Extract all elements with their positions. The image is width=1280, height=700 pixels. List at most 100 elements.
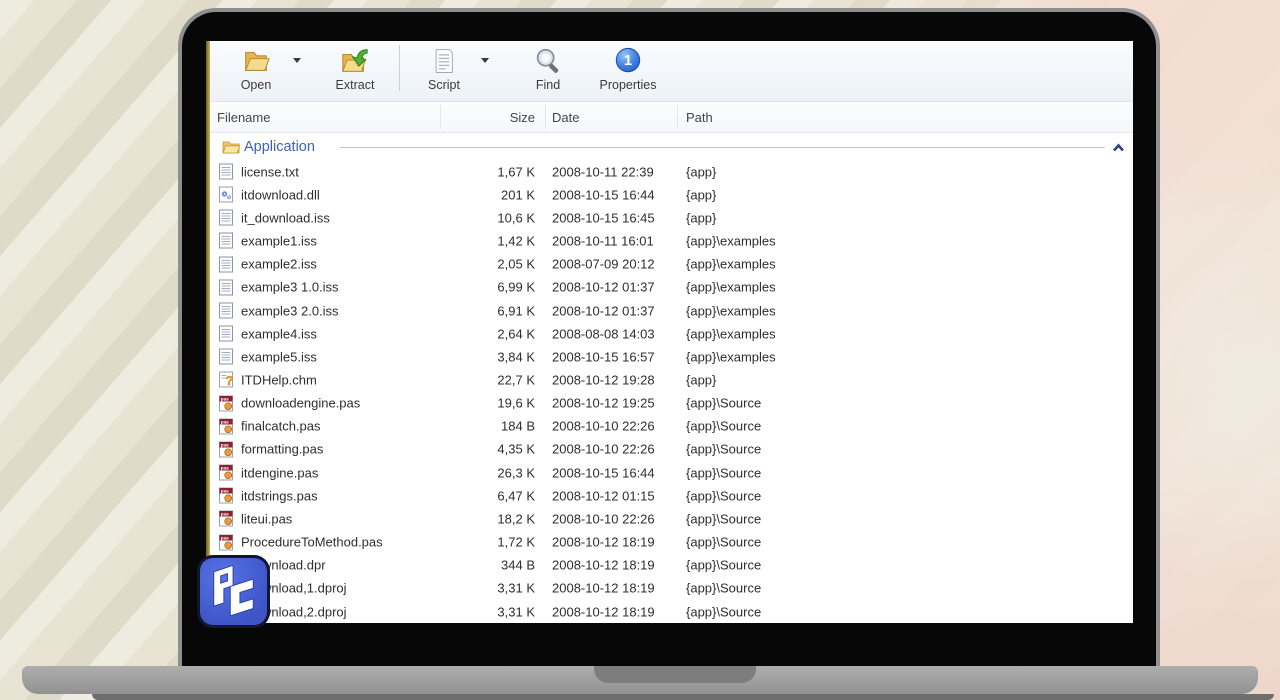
cell-size: 22,7 K (497, 372, 535, 388)
cell-size: 1,72 K (497, 534, 535, 550)
table-row[interactable]: pas finalcatch.pas 184 B 2008-10-10 22:26 {a… (210, 415, 1133, 438)
table-row[interactable]: example1.iss 1,42 K 2008-10-11 16:01 {app}\… (210, 229, 1133, 252)
toolbar-button-properties[interactable]: 1 Properties (586, 41, 670, 92)
doc-file-icon (218, 209, 235, 226)
pas-file-icon: pas (218, 510, 235, 527)
pc-logo-badge (197, 555, 270, 628)
cell-filename: example3 2.0.iss (241, 303, 339, 319)
column-header-size[interactable]: Size (360, 102, 535, 132)
column-separator[interactable] (440, 105, 441, 129)
table-row[interactable]: pas downloadengine.pas 19,6 K 2008-10-12 19… (210, 392, 1133, 415)
pas-file-icon: pas (218, 395, 235, 412)
column-separator[interactable] (677, 105, 678, 129)
column-header-row: Filename Size Date Path (210, 102, 1133, 133)
svg-text:pas: pas (221, 396, 229, 401)
svg-text:pas: pas (221, 512, 229, 517)
cell-filename: example1.iss (241, 233, 317, 249)
cell-date: 2008-10-10 22:26 (552, 418, 655, 434)
cell-date: 2008-10-12 18:19 (552, 557, 655, 573)
table-row[interactable]: license.txt 1,67 K 2008-10-11 22:39 {app} (210, 160, 1133, 183)
toolbar-button-find[interactable]: Find (516, 41, 580, 92)
table-row[interactable]: pasitdownload,1.dproj3,31 K2008-10-12 18… (210, 577, 1133, 600)
svg-text:?: ? (226, 374, 234, 388)
table-row[interactable]: pas ProcedureToMethod.pas 1,72 K 2008-10-12… (210, 531, 1133, 554)
toolbar-button-label: Open (240, 78, 272, 92)
cell-filename: ITDHelp.chm (241, 372, 317, 388)
pc-logo-icon (213, 564, 254, 617)
toolbar-button-script[interactable]: Script (412, 41, 476, 92)
column-separator[interactable] (545, 105, 546, 129)
cell-date: 2008-10-11 22:39 (552, 164, 654, 180)
column-header-filename[interactable]: Filename (217, 102, 270, 132)
cell-size: 4,35 K (497, 441, 535, 457)
dropdown-arrow-icon[interactable] (476, 41, 494, 63)
table-row[interactable]: example5.iss 3,84 K 2008-10-15 16:57 {app}\… (210, 345, 1133, 368)
dropdown-arrow-icon[interactable] (288, 41, 306, 63)
chm-file-icon: ? (218, 371, 235, 389)
table-row[interactable]: example3 1.0.iss 6,99 K 2008-10-12 01:37 {a… (210, 276, 1133, 299)
cell-path: {app}\examples (686, 303, 776, 319)
cell-filename: license.txt (241, 164, 299, 180)
doc-file-icon (218, 232, 235, 249)
toolbar: Open Extract Script Find 1 Properties (210, 41, 1133, 102)
column-header-path[interactable]: Path (686, 102, 713, 132)
toolbar-button-open[interactable]: Open (224, 41, 288, 92)
cell-path: {app}\Source (686, 534, 762, 550)
pas-file-icon: pas (218, 464, 235, 481)
laptop-base-edge (92, 694, 1274, 700)
pas-file-icon: pas (218, 534, 235, 551)
pas-file-icon: pas (218, 418, 235, 435)
cell-path: {app} (686, 187, 717, 203)
archive-viewer-window: Open Extract Script Find 1 Properties Filenam… (206, 41, 1133, 623)
open-folder-icon (240, 45, 272, 77)
folder-icon (222, 139, 241, 154)
table-row[interactable]: pas liteui.pas 18,2 K 2008-10-10 22:26 {app}… (210, 507, 1133, 530)
table-row[interactable]: pasitdownload.dpr344 B2008-10-12 18:19{a… (210, 554, 1133, 577)
table-row[interactable]: example3 2.0.iss 6,91 K 2008-10-12 01:37 {a… (210, 299, 1133, 322)
toolbar-separator (399, 45, 400, 91)
table-row[interactable]: pasitdownload,2.dproj3,31 K2008-10-12 18… (210, 600, 1133, 623)
cell-filename: example3 1.0.iss (241, 279, 339, 295)
cell-date: 2008-10-15 16:44 (552, 187, 655, 203)
pas-file-icon: pas (218, 441, 235, 458)
properties-badge-icon: 1 (612, 45, 644, 77)
cell-size: 2,05 K (497, 256, 535, 272)
doc-file-icon (218, 302, 235, 319)
toolbar-button-extract[interactable]: Extract (323, 41, 387, 92)
table-row[interactable]: ? ITDHelp.chm 22,7 K 2008-10-12 19:28 {app} (210, 368, 1133, 391)
cell-size: 344 B (501, 557, 535, 573)
doc-file-icon (218, 279, 235, 296)
cell-size: 26,3 K (497, 465, 535, 481)
cell-filename: example4.iss (241, 326, 317, 342)
find-magnifier-icon (532, 45, 564, 77)
table-row[interactable]: example2.iss 2,05 K 2008-07-09 20:12 {app}\… (210, 253, 1133, 276)
cell-filename: itdengine.pas (241, 465, 319, 481)
cell-date: 2008-10-10 22:26 (552, 511, 655, 527)
cell-filename: finalcatch.pas (241, 418, 321, 434)
cell-date: 2008-10-15 16:45 (552, 210, 655, 226)
cell-path: {app}\examples (686, 349, 776, 365)
cell-date: 2008-10-10 22:26 (552, 441, 655, 457)
cell-size: 184 B (501, 418, 535, 434)
table-row[interactable]: itdownload.dll 201 K 2008-10-15 16:44 {app} (210, 183, 1133, 206)
cell-size: 3,31 K (497, 580, 535, 596)
table-row[interactable]: pas itdengine.pas 26,3 K 2008-10-15 16:44 {a… (210, 461, 1133, 484)
column-header-date[interactable]: Date (552, 102, 579, 132)
group-header-application[interactable]: Application (210, 133, 1133, 160)
table-row[interactable]: example4.iss 2,64 K 2008-08-08 14:03 {app}\… (210, 322, 1133, 345)
cell-path: {app}\examples (686, 233, 776, 249)
cell-size: 10,6 K (497, 210, 535, 226)
cell-path: {app}\Source (686, 418, 762, 434)
cell-filename: downloadengine.pas (241, 395, 361, 411)
table-row[interactable]: pas itdstrings.pas 6,47 K 2008-10-12 01:15 {… (210, 484, 1133, 507)
group-label: Application (244, 138, 315, 155)
group-divider-line (340, 147, 1105, 148)
table-row[interactable]: pas formatting.pas 4,35 K 2008-10-10 22:26 {… (210, 438, 1133, 461)
chevron-up-icon[interactable] (1112, 141, 1125, 152)
cell-date: 2008-08-08 14:03 (552, 326, 655, 342)
cell-path: {app}\Source (686, 580, 762, 596)
cell-path: {app}\Source (686, 604, 762, 620)
cell-size: 3,84 K (497, 349, 535, 365)
table-row[interactable]: it_download.iss 10,6 K 2008-10-15 16:45 {ap… (210, 206, 1133, 229)
cell-size: 1,67 K (497, 164, 535, 180)
